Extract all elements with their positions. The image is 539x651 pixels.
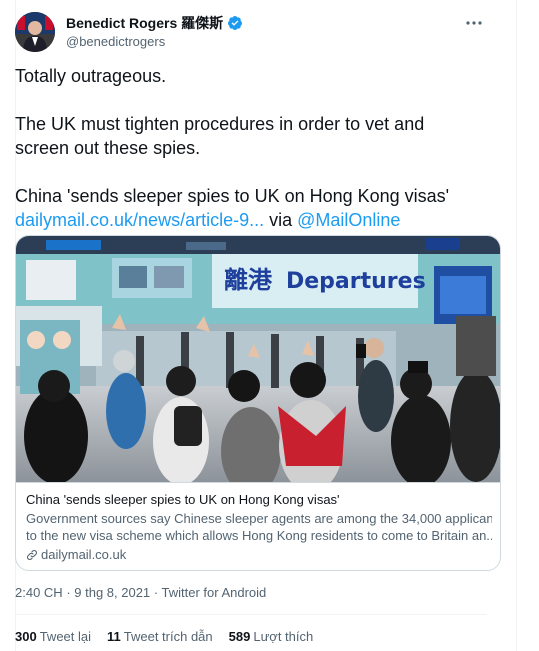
tweet-line-gap — [15, 88, 487, 112]
tweet-date[interactable]: 9 thg 8, 2021 — [74, 585, 150, 600]
retweets-count: 300 — [15, 629, 37, 644]
tweet-line: China 'sends sleeper spies to UK on Hong… — [15, 186, 450, 206]
quotes-count: 11 — [107, 629, 121, 644]
author-display-name-text[interactable]: Benedict Rogers 羅傑斯 — [66, 13, 223, 33]
meta-separator: · — [150, 585, 162, 600]
tweet-line: The UK must tighten procedures in order … — [15, 114, 425, 134]
departures-sign-english: Departures — [286, 269, 426, 294]
author-names: Benedict Rogers 羅傑斯 @benedictrogers — [66, 14, 243, 52]
quotes-stat[interactable]: 11 Tweet trích dẫn — [107, 629, 213, 644]
tweet-header: Benedict Rogers 羅傑斯 @benedictrogers — [15, 12, 485, 54]
tweet-stats: 300 Tweet lại 11 Tweet trích dẫn 589 Lượt t… — [15, 629, 313, 644]
article-link[interactable]: dailymail.co.uk/news/article-9... — [15, 210, 264, 230]
tweet-time[interactable]: 2:40 CH — [15, 585, 63, 600]
tweet-meta: 2:40 CH · 9 thg 8, 2021 · Twitter for An… — [15, 585, 266, 600]
card-title[interactable]: China 'sends sleeper spies to UK on Hong… — [26, 491, 492, 508]
likes-stat[interactable]: 589 Lượt thích — [229, 629, 314, 644]
divider — [15, 614, 487, 615]
avatar[interactable] — [15, 12, 55, 52]
tweet-line: Totally outrageous. — [15, 66, 167, 86]
link-icon — [26, 549, 38, 561]
mention-link[interactable]: @MailOnline — [297, 210, 400, 230]
tweet-source[interactable]: Twitter for Android — [162, 585, 267, 600]
likes-count: 589 — [228, 629, 251, 644]
retweets-stat[interactable]: 300 Tweet lại — [15, 629, 91, 644]
author-display-name[interactable]: Benedict Rogers 羅傑斯 — [66, 14, 243, 32]
meta-separator: · — [62, 585, 75, 600]
verified-badge-icon — [227, 15, 243, 31]
card-meta[interactable]: China 'sends sleeper spies to UK on Hong… — [16, 482, 500, 570]
link-preview-card[interactable]: 離港 Departures China 'sends sleeper spies… — [15, 235, 501, 571]
card-description: Government sources say Chinese sleeper a… — [26, 510, 492, 544]
author-handle[interactable]: @benedictrogers — [66, 34, 243, 52]
tweet-text: Totally outrageous. The UK must tighten … — [15, 64, 487, 232]
quotes-label: Tweet trích dẫn — [123, 629, 213, 644]
card-description-line: Government sources say Chinese sleeper a… — [26, 511, 492, 526]
via-text: via — [264, 210, 298, 230]
tweet-link-line: dailymail.co.uk/news/article-9... via @M… — [15, 208, 487, 232]
more-dots-icon[interactable] — [463, 14, 485, 32]
retweets-label: Tweet lại — [39, 629, 92, 644]
departures-sign-chinese: 離港 — [224, 266, 273, 294]
likes-label: Lượt thích — [253, 629, 314, 644]
card-domain-text[interactable]: dailymail.co.uk — [41, 546, 126, 563]
tweet-line-gap — [15, 160, 487, 184]
card-description-line: to the new visa scheme which allows Hong… — [26, 528, 492, 543]
card-image[interactable]: 離港 Departures — [16, 236, 500, 495]
tweet-line: screen out these spies. — [15, 138, 201, 158]
card-domain[interactable]: dailymail.co.uk — [26, 546, 492, 563]
